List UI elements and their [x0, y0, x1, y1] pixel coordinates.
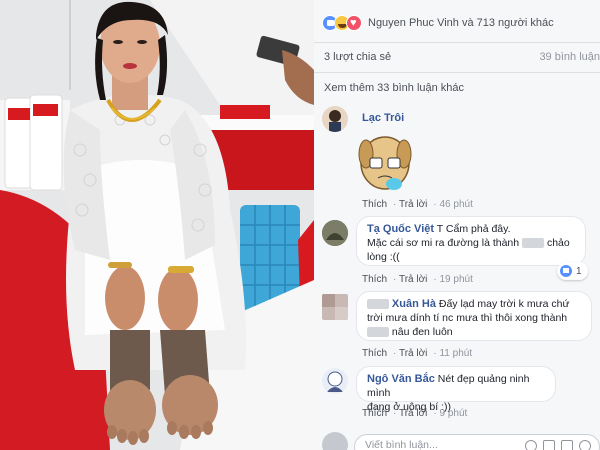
comment-input-placeholder: Viết bình luận...	[365, 439, 438, 450]
comment-text: chảo	[546, 237, 570, 249]
comment-bubble: Xuân Hà Đấy lạd may trời k mưa chứ trời …	[356, 291, 592, 341]
comment-bubble: Tạ Quốc Việt T Cẩm phả đây. Mặc cái sơ m…	[356, 216, 586, 266]
reactions-row[interactable]: Nguyen Phuc Vinh và 713 người khác	[322, 14, 554, 32]
comment-text: lòng :((	[367, 251, 400, 263]
comment-text: Mặc cái sơ mi ra đường là thành	[367, 237, 520, 249]
avatar[interactable]	[322, 368, 348, 394]
like-link[interactable]: Thích	[362, 348, 387, 359]
comment-like-count[interactable]: 1	[557, 262, 588, 280]
like-link[interactable]: Thích	[362, 408, 387, 419]
avatar-image	[322, 220, 348, 246]
composer-icons	[525, 440, 591, 450]
camera-icon[interactable]	[543, 440, 555, 450]
reply-link[interactable]: Trả lời	[399, 348, 427, 359]
avatar-image	[322, 294, 348, 320]
avatar[interactable]	[322, 106, 348, 132]
divider	[314, 72, 600, 73]
like-count-value: 1	[576, 265, 582, 277]
comment-input[interactable]: Viết bình luận...	[354, 434, 600, 450]
censored-word	[522, 238, 545, 249]
gif-icon[interactable]	[561, 440, 573, 450]
reply-link[interactable]: Trả lời	[399, 408, 427, 419]
reactions-text[interactable]: Nguyen Phuc Vinh và 713 người khác	[368, 17, 554, 29]
comment-text: T Cẩm phả đây.	[436, 223, 511, 235]
sticker-image	[354, 130, 416, 194]
avatar-image	[327, 371, 343, 392]
comment-actions: Thích · Trả lời · 46 phút	[362, 199, 473, 210]
avatar[interactable]	[322, 220, 348, 246]
censored-word	[367, 327, 389, 338]
emoji-icon[interactable]	[525, 440, 537, 450]
reply-link[interactable]: Trả lời	[399, 274, 427, 285]
comment-time[interactable]: 9 phút	[439, 408, 467, 419]
like-link[interactable]: Thích	[362, 199, 387, 210]
avatar-image	[329, 110, 341, 132]
comment-actions: Thích · Trả lời · 9 phút	[362, 408, 468, 419]
post-stats: 3 lượt chia sẻ 39 bình luận	[324, 51, 600, 63]
comment-author[interactable]: Xuân Hà	[392, 298, 436, 310]
comment-time[interactable]: 46 phút	[439, 199, 472, 210]
bride-photo-drawing	[0, 0, 314, 450]
censored-name	[367, 299, 389, 310]
view-more-comments[interactable]: Xem thêm 33 bình luận khác	[324, 82, 464, 94]
comment-actions: Thích · Trả lời · 19 phút	[362, 274, 473, 285]
comment-author[interactable]: Lạc Trôi	[362, 112, 404, 124]
like-icon	[560, 265, 572, 277]
comment-author[interactable]: Tạ Quốc Việt	[367, 223, 434, 235]
dog-sticker-icon	[358, 136, 412, 190]
shares-count[interactable]: 3 lượt chia sẻ	[324, 51, 391, 63]
reply-link[interactable]: Trả lời	[399, 199, 427, 210]
user-avatar[interactable]	[322, 432, 348, 450]
sticker-icon[interactable]	[579, 440, 591, 450]
comment-actions: Thích · Trả lời · 11 phút	[362, 348, 473, 359]
divider	[314, 42, 600, 43]
like-link[interactable]: Thích	[362, 274, 387, 285]
comment-bubble: Ngô Văn Bắc Nét đẹp quảng ninh mình đang…	[356, 366, 556, 413]
comment-text: Đấy lạd may trời k mưa chứ	[438, 298, 570, 310]
bride-photo	[0, 0, 314, 450]
comment-text: trời mưa dính tí nc mưa thì thôi xong th…	[367, 312, 568, 324]
love-reaction-icon	[346, 15, 362, 31]
comment-time[interactable]: 11 phút	[439, 348, 472, 359]
comment-text: nâu đen luôn	[391, 326, 453, 338]
comments-count[interactable]: 39 bình luận	[539, 51, 600, 63]
comments-panel: Nguyen Phuc Vinh và 713 người khác 3 lượ…	[314, 0, 600, 450]
comment-time[interactable]: 19 phút	[439, 274, 472, 285]
avatar[interactable]	[322, 294, 348, 320]
comment-author[interactable]: Ngô Văn Bắc	[367, 373, 435, 385]
